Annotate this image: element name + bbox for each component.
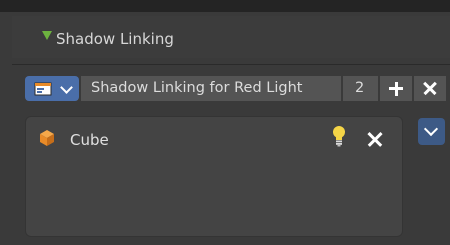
user-count-field[interactable]: 2	[343, 76, 378, 101]
remove-item-icon[interactable]	[365, 129, 385, 149]
collection-name-field[interactable]: Shadow Linking for Red Light	[81, 76, 341, 101]
cube-icon	[40, 130, 54, 146]
expand-triangle-icon[interactable]	[42, 31, 52, 40]
chevron-down-icon	[423, 121, 439, 137]
collection-browse-icon	[34, 82, 52, 96]
list-options-button[interactable]	[418, 118, 445, 145]
unlink-button[interactable]	[414, 76, 446, 101]
add-button[interactable]	[380, 76, 412, 101]
collection-name-text: Shadow Linking for Red Light	[91, 80, 303, 96]
collection-browse-button[interactable]	[25, 76, 79, 101]
top-strip	[0, 0, 450, 12]
user-count-text: 2	[355, 80, 365, 96]
divider	[12, 64, 450, 65]
lightbulb-icon[interactable]	[331, 125, 347, 147]
chevron-down-icon	[60, 81, 73, 94]
list-item-label[interactable]: Cube	[70, 131, 109, 149]
panel-title: Shadow Linking	[56, 30, 174, 48]
